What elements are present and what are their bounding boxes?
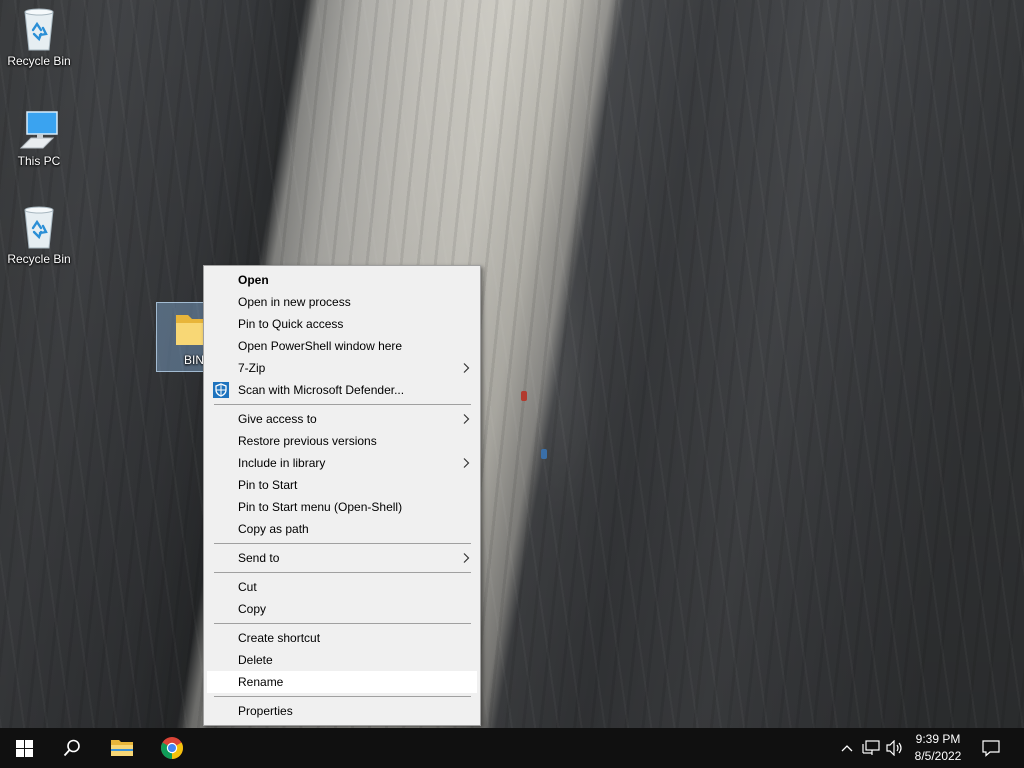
menu-item-create-shortcut[interactable]: Create shortcut xyxy=(204,627,480,649)
defender-shield-icon xyxy=(213,382,229,398)
menu-item-scan-with-microsoft-defender[interactable]: Scan with Microsoft Defender... xyxy=(204,379,480,401)
desktop-icon-label: Recycle Bin xyxy=(7,252,71,266)
file-explorer-button[interactable] xyxy=(98,728,146,768)
menu-item-label: Pin to Start xyxy=(238,478,298,492)
menu-item-include-in-library[interactable]: Include in library xyxy=(204,452,480,474)
menu-item-label: Open in new process xyxy=(238,295,351,309)
desktop-icon-this-pc[interactable]: This PC xyxy=(1,108,77,168)
show-hidden-icons-button[interactable] xyxy=(836,728,858,768)
menu-separator xyxy=(214,543,471,544)
menu-separator xyxy=(214,404,471,405)
climber-blue xyxy=(541,449,547,459)
menu-item-properties[interactable]: Properties xyxy=(204,700,480,722)
menu-item-label: Delete xyxy=(238,653,273,667)
menu-item-copy-as-path[interactable]: Copy as path xyxy=(204,518,480,540)
desktop-wallpaper xyxy=(0,0,1024,728)
chevron-right-icon xyxy=(463,363,470,373)
recycle-bin-icon xyxy=(24,206,54,249)
menu-separator xyxy=(214,696,471,697)
menu-item-label: Restore previous versions xyxy=(238,434,377,448)
menu-separator xyxy=(214,572,471,573)
menu-item-label: Pin to Quick access xyxy=(238,317,344,331)
notification-icon xyxy=(982,740,1000,757)
volume-icon xyxy=(886,740,902,756)
menu-item-label: Cut xyxy=(238,580,257,594)
desktop-icon-label: Recycle Bin xyxy=(7,54,71,68)
menu-item-open[interactable]: Open xyxy=(204,269,480,291)
menu-item-label: Copy as path xyxy=(238,522,309,536)
chrome-button[interactable] xyxy=(148,728,196,768)
menu-item-label: Create shortcut xyxy=(238,631,321,645)
action-center-button[interactable] xyxy=(980,728,1002,768)
clock-time: 9:39 PM xyxy=(915,732,961,746)
chevron-right-icon xyxy=(463,553,470,563)
menu-item-label: Copy xyxy=(238,602,267,616)
menu-item-open-in-new-process[interactable]: Open in new process xyxy=(204,291,480,313)
menu-item-label: Properties xyxy=(238,704,293,718)
folder-icon xyxy=(111,740,133,756)
menu-item-restore-previous-versions[interactable]: Restore previous versions xyxy=(204,430,480,452)
menu-item-rename[interactable]: Rename xyxy=(207,671,477,693)
menu-item-label: Give access to xyxy=(238,412,317,426)
network-icon xyxy=(862,740,880,755)
menu-item-label: Open PowerShell window here xyxy=(238,339,403,353)
menu-item-pin-to-start-menu-open-shell[interactable]: Pin to Start menu (Open-Shell) xyxy=(204,496,480,518)
menu-item-give-access-to[interactable]: Give access to xyxy=(204,408,480,430)
menu-item-pin-to-quick-access[interactable]: Pin to Quick access xyxy=(204,313,480,335)
start-button[interactable] xyxy=(0,728,48,768)
recycle-bin-icon xyxy=(24,8,54,51)
menu-item-copy[interactable]: Copy xyxy=(204,598,480,620)
desktop-icon-recycle-bin[interactable]: Recycle Bin xyxy=(1,6,77,68)
chevron-right-icon xyxy=(463,414,470,424)
search-button[interactable] xyxy=(48,728,96,768)
search-icon xyxy=(63,739,80,757)
clock[interactable]: 9:39 PM 8/5/2022 xyxy=(905,731,971,765)
volume-button[interactable] xyxy=(884,728,906,768)
menu-item-pin-to-start[interactable]: Pin to Start xyxy=(204,474,480,496)
climber-red xyxy=(521,391,527,401)
menu-item-delete[interactable]: Delete xyxy=(204,649,480,671)
menu-item-label: Include in library xyxy=(238,456,326,470)
network-button[interactable] xyxy=(860,728,882,768)
menu-item-label: Pin to Start menu (Open-Shell) xyxy=(238,500,403,514)
menu-separator xyxy=(214,623,471,624)
context-menu: Open Open in new process Pin to Quick acce… xyxy=(203,265,481,726)
clock-date: 8/5/2022 xyxy=(914,749,962,763)
taskbar: 9:39 PM 8/5/2022 xyxy=(0,728,1024,768)
menu-item-label: Scan with Microsoft Defender... xyxy=(238,383,405,397)
this-pc-icon xyxy=(19,111,58,149)
menu-item-label: Send to xyxy=(238,551,280,565)
menu-item-label: Rename xyxy=(238,675,284,689)
desktop-icon-label: This PC xyxy=(17,154,61,168)
menu-item-send-to[interactable]: Send to xyxy=(204,547,480,569)
menu-item-open-powershell-window-here[interactable]: Open PowerShell window here xyxy=(204,335,480,357)
windows-logo-icon xyxy=(15,739,33,757)
chevron-up-icon xyxy=(841,745,853,752)
menu-item-label: Open xyxy=(238,273,269,287)
menu-item-label: 7-Zip xyxy=(238,361,266,375)
menu-item-7-zip[interactable]: 7-Zip xyxy=(204,357,480,379)
menu-item-cut[interactable]: Cut xyxy=(204,576,480,598)
chevron-right-icon xyxy=(463,458,470,468)
desktop-icon-recycle-bin-2[interactable]: Recycle Bin xyxy=(1,204,77,266)
chrome-icon xyxy=(161,737,183,759)
